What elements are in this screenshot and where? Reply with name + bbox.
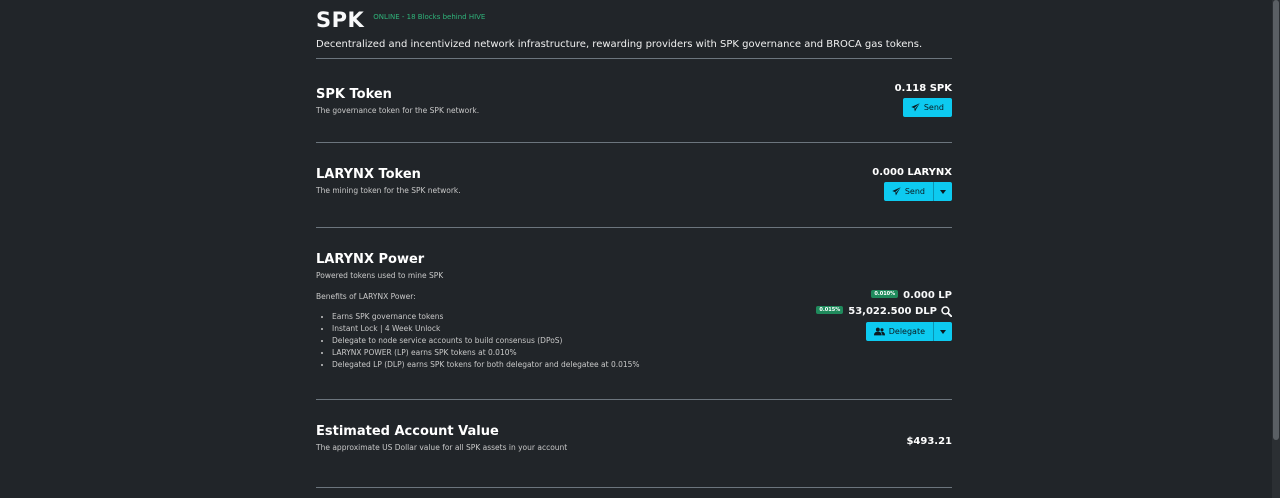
paper-plane-icon xyxy=(892,187,901,196)
benefits-list: Earns SPK governance tokens Instant Lock… xyxy=(316,311,640,371)
list-item: Earns SPK governance tokens xyxy=(332,311,640,323)
spk-balance: 0.118 SPK xyxy=(894,83,952,94)
users-icon xyxy=(873,327,885,336)
page-tagline: Decentralized and incentivized network i… xyxy=(316,39,923,50)
network-status: ONLINE - 18 Blocks behind HIVE xyxy=(373,13,486,21)
delegate-dropdown-toggle[interactable] xyxy=(933,322,952,341)
benefits-title: Benefits of LARYNX Power: xyxy=(316,292,416,301)
delegate-button[interactable]: Delegate xyxy=(866,322,933,341)
list-item: Delegate to node service accounts to bui… xyxy=(332,335,640,347)
delegate-button-group: Delegate xyxy=(865,322,952,341)
page-scrollbar[interactable] xyxy=(1272,0,1280,498)
larynx-power-section: LARYNX Power Powered tokens used to mine… xyxy=(316,228,952,400)
spk-token-description: The governance token for the SPK network… xyxy=(316,106,480,115)
larynx-token-section: LARYNX Token The mining token for the SP… xyxy=(316,143,952,228)
larynx-dropdown-toggle[interactable] xyxy=(933,182,952,201)
caret-down-icon xyxy=(940,189,946,194)
page-title: SPK xyxy=(316,8,365,32)
lp-rate-badge: 0.010% xyxy=(871,290,899,298)
dlp-rate-badge: 0.015% xyxy=(816,306,844,314)
delegate-label: Delegate xyxy=(888,327,925,336)
larynx-power-title: LARYNX Power xyxy=(316,252,425,267)
dlp-row: 0.015% 53,022.500 DLP xyxy=(816,304,952,318)
larynx-balance: 0.000 LARYNX xyxy=(872,167,952,178)
spk-send-label: Send xyxy=(923,103,944,112)
larynx-send-button[interactable]: Send xyxy=(884,182,933,201)
larynx-send-button-group: Send xyxy=(883,182,952,201)
estimated-value-amount: $493.21 xyxy=(906,436,952,447)
caret-down-icon xyxy=(940,329,946,334)
main-content: SPK ONLINE - 18 Blocks behind HIVE Decen… xyxy=(316,0,952,488)
dlp-balance: 53,022.500 DLP xyxy=(848,305,937,317)
spk-send-button[interactable]: Send xyxy=(902,98,952,117)
larynx-power-description: Powered tokens used to mine SPK xyxy=(316,271,444,280)
page-header: SPK ONLINE - 18 Blocks behind HIVE Decen… xyxy=(316,0,952,59)
lp-balance: 0.000 LP xyxy=(903,289,952,301)
search-icon[interactable] xyxy=(941,305,952,317)
list-item: Delegated LP (DLP) earns SPK tokens for … xyxy=(332,359,640,371)
scrollbar-thumb[interactable] xyxy=(1273,0,1279,440)
spk-token-section: SPK Token The governance token for the S… xyxy=(316,59,952,143)
larynx-send-label: Send xyxy=(904,187,925,196)
estimated-value-section: Estimated Account Value The approximate … xyxy=(316,400,952,488)
estimated-value-description: The approximate US Dollar value for all … xyxy=(316,443,568,452)
larynx-token-title: LARYNX Token xyxy=(316,167,421,182)
lp-row: 0.010% 0.000 LP xyxy=(816,288,952,302)
larynx-token-description: The mining token for the SPK network. xyxy=(316,186,461,195)
estimated-value-title: Estimated Account Value xyxy=(316,424,499,439)
spk-token-title: SPK Token xyxy=(316,87,392,102)
paper-plane-icon xyxy=(911,103,920,112)
list-item: Instant Lock | 4 Week Unlock xyxy=(332,323,640,335)
list-item: LARYNX POWER (LP) earns SPK tokens at 0.… xyxy=(332,347,640,359)
